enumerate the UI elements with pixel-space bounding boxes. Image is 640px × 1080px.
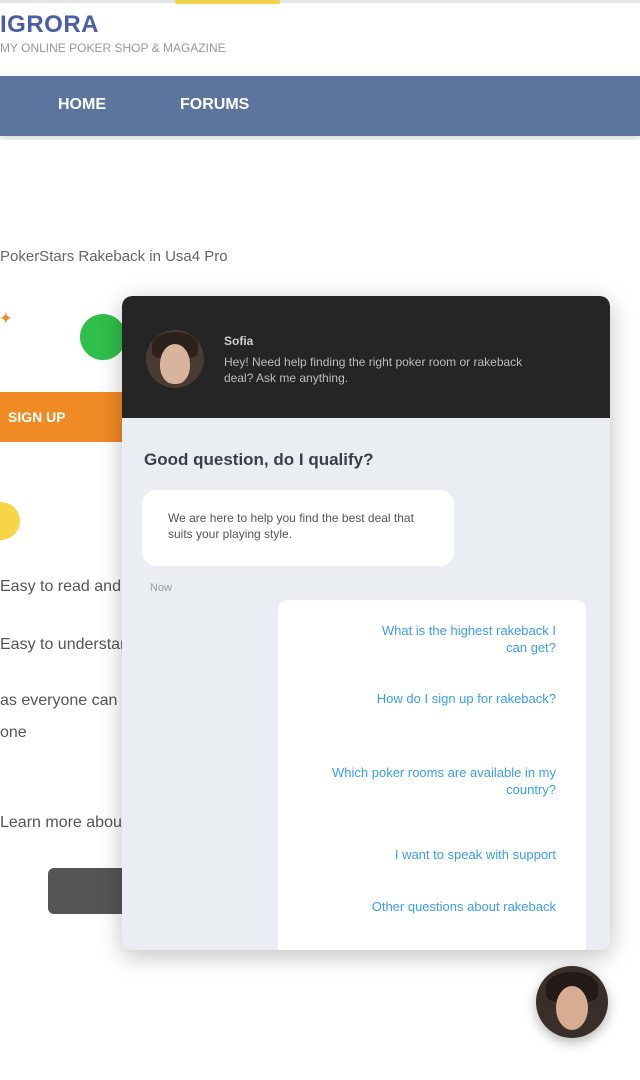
quick-reply-option[interactable]: Other questions about rakeback xyxy=(316,898,556,915)
nav-item-forums[interactable]: FORUMS xyxy=(180,96,249,114)
body-line: Easy to understand xyxy=(0,636,138,653)
agent-name: Sofia xyxy=(224,334,254,348)
chat-launcher-button[interactable] xyxy=(536,966,608,1038)
body-line: one xyxy=(0,724,27,741)
action-button[interactable] xyxy=(48,868,132,914)
coin-icon xyxy=(0,502,20,540)
quick-reply-option[interactable]: I want to speak with support xyxy=(316,846,556,863)
quick-reply-option[interactable]: Which poker rooms are available in my co… xyxy=(316,764,556,798)
body-line: as everyone can xyxy=(0,692,118,709)
message-timestamp: Now xyxy=(150,582,173,594)
agent-avatar-icon xyxy=(146,330,204,388)
chat-header: Sofia Hey! Need help finding the right p… xyxy=(122,296,610,418)
site-header: IGRORA MY ONLINE POKER SHOP & MAGAZINE xyxy=(0,0,640,75)
rating-icon: ✦ xyxy=(0,310,12,326)
chat-question: Good question, do I qualify? xyxy=(144,450,374,469)
main-nav: HOME FORUMS xyxy=(0,76,640,136)
body-line: Easy to read and xyxy=(0,578,121,595)
chat-widget: Sofia Hey! Need help finding the right p… xyxy=(122,296,610,950)
site-tagline: MY ONLINE POKER SHOP & MAGAZINE xyxy=(0,41,226,55)
bot-message: We are here to help you find the best de… xyxy=(142,490,454,566)
nav-item-home[interactable]: HOME xyxy=(58,96,106,114)
agent-subtitle: Hey! Need help finding the right poker r… xyxy=(224,355,523,385)
site-logo[interactable]: IGRORA xyxy=(0,11,99,39)
page-heading: PokerStars Rakeback in Usa4 Pro xyxy=(0,248,228,265)
header-accent xyxy=(175,0,280,4)
quick-reply-list: What is the highest rakeback I can get? … xyxy=(278,600,586,950)
quick-reply-option[interactable]: How do I sign up for rakeback? xyxy=(376,690,556,707)
quick-reply-option[interactable]: What is the highest rakeback I can get? xyxy=(376,622,556,656)
status-badge xyxy=(80,314,126,360)
